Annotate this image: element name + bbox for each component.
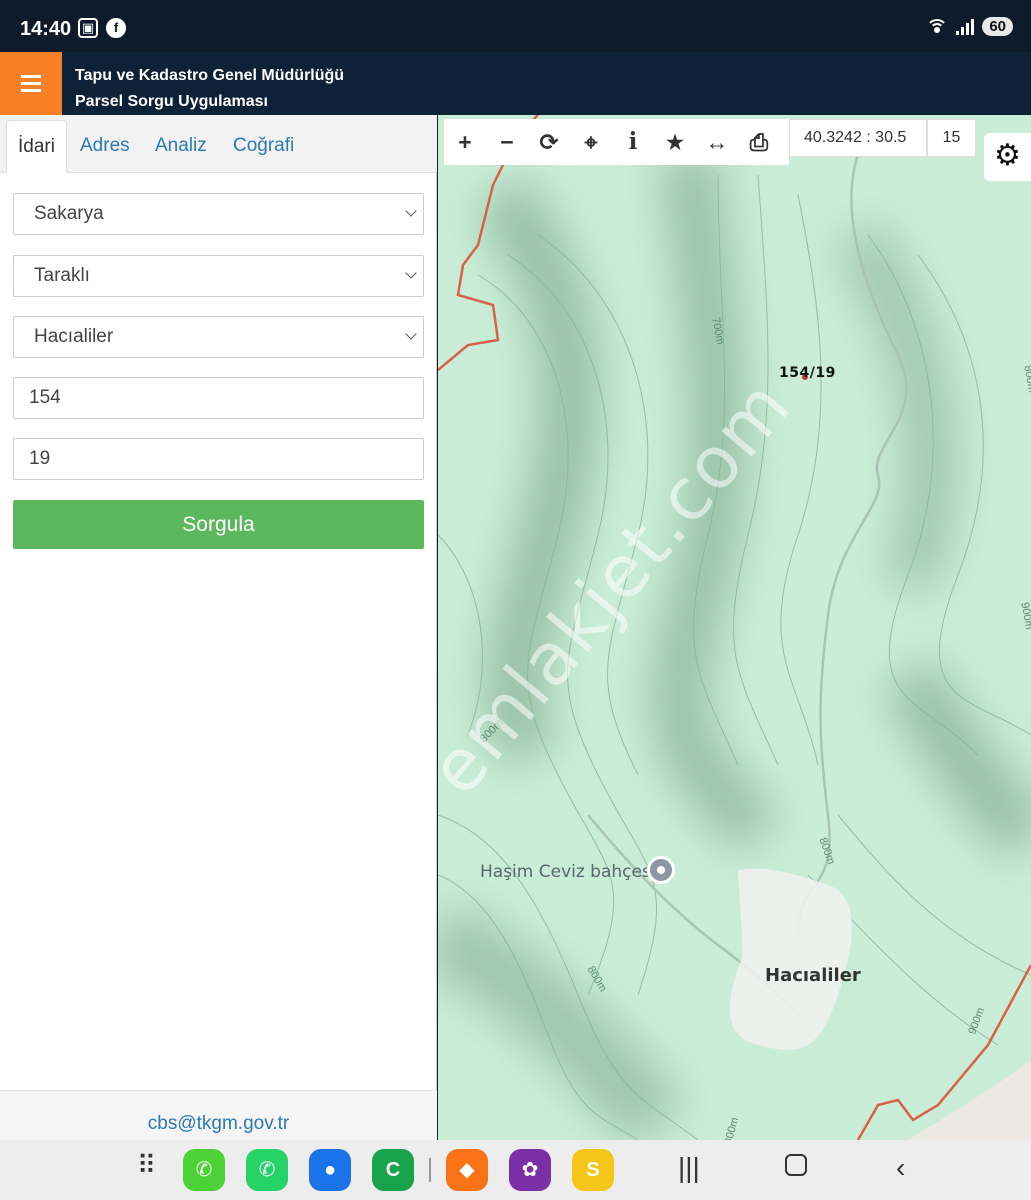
- wifi-icon: [926, 18, 949, 35]
- village-area: [729, 868, 852, 1050]
- phone-app-icon[interactable]: ✆: [183, 1149, 225, 1191]
- chevron-down-icon: [405, 328, 417, 340]
- footer: cbs@tkgm.gov.tr: [0, 1090, 437, 1140]
- chevron-down-icon: [405, 267, 417, 279]
- recent-apps-icon[interactable]: |||: [678, 1152, 700, 1184]
- locate-icon[interactable]: ⌖: [570, 119, 612, 165]
- location-pin-icon[interactable]: [647, 856, 675, 884]
- neighborhood-select[interactable]: Hacıaliler: [13, 316, 424, 358]
- screenshot-icon: ▣: [78, 18, 98, 38]
- coordinate-readout: 40.3242 : 30.5: [789, 119, 927, 157]
- gear-icon[interactable]: ⚙: [984, 133, 1031, 181]
- signal-icon: [956, 18, 975, 35]
- district-select[interactable]: Taraklı: [13, 255, 424, 297]
- dock-divider: [429, 1158, 431, 1182]
- tab-adres[interactable]: Adres: [69, 120, 141, 173]
- app-drawer-icon[interactable]: ⠿: [137, 1150, 156, 1181]
- print-icon[interactable]: ⎙: [738, 119, 780, 165]
- contact-email-link[interactable]: cbs@tkgm.gov.tr: [148, 1113, 289, 1134]
- neighborhood-value: Hacıaliler: [34, 326, 114, 347]
- app-header: Tapu ve Kadastro Genel Müdürlüğü Parsel …: [0, 52, 1031, 115]
- query-panel: İdari Adres Analiz Coğrafi Sakarya Tarak…: [0, 115, 437, 1140]
- back-icon[interactable]: ‹: [896, 1152, 905, 1184]
- facebook-icon: f: [106, 18, 126, 38]
- zoom-in-icon[interactable]: +: [444, 119, 486, 165]
- android-nav-bar: ⠿ ||| ‹ ✆ ✆ ● C ◆ ✿ S: [0, 1140, 1031, 1200]
- battery-indicator: 60: [982, 17, 1013, 36]
- orange-app-icon[interactable]: ◆: [446, 1149, 488, 1191]
- tab-analiz[interactable]: Analiz: [144, 120, 218, 173]
- messages-app-icon[interactable]: ●: [309, 1149, 351, 1191]
- whatsapp-app-icon[interactable]: ✆: [246, 1149, 288, 1191]
- parcel-label[interactable]: 154/19: [779, 365, 836, 381]
- district-value: Taraklı: [34, 265, 90, 286]
- star-icon[interactable]: ★: [654, 119, 696, 165]
- tab-idari[interactable]: İdari: [6, 120, 67, 173]
- tab-bar: İdari Adres Analiz Coğrafi: [0, 115, 437, 173]
- parcel-input[interactable]: 19: [13, 438, 424, 480]
- info-icon[interactable]: i: [612, 119, 654, 165]
- measure-icon[interactable]: ↔: [696, 119, 738, 165]
- home-icon[interactable]: [785, 1154, 807, 1176]
- map-toolbar: + − ⟳ ⌖ i ★ ↔ ⎙: [444, 119, 789, 165]
- clock: 14:40: [20, 18, 72, 40]
- block-value: 154: [29, 387, 61, 408]
- purple-app-icon[interactable]: ✿: [509, 1149, 551, 1191]
- block-input[interactable]: 154: [13, 377, 424, 419]
- app-title: Tapu ve Kadastro Genel Müdürlüğü Parsel …: [75, 63, 344, 115]
- province-select[interactable]: Sakarya: [13, 193, 424, 235]
- c-app-icon[interactable]: C: [372, 1149, 414, 1191]
- app-title-line2: Parsel Sorgu Uygulaması: [75, 93, 268, 110]
- map-view[interactable]: 700m 800m 800m 800m 800m 900m 900m 800m …: [438, 115, 1031, 1140]
- chevron-down-icon: [405, 205, 417, 217]
- province-value: Sakarya: [34, 203, 104, 224]
- query-button[interactable]: Sorgula: [13, 500, 424, 549]
- parcel-value: 19: [29, 448, 51, 469]
- poi-label[interactable]: Haşim Ceviz bahçesi: [480, 862, 656, 882]
- zoom-level: 15: [927, 119, 976, 157]
- status-bar: 14:40 ▣ f 60: [0, 0, 1031, 52]
- village-label: Hacıaliler: [765, 965, 861, 986]
- app-title-line1: Tapu ve Kadastro Genel Müdürlüğü: [75, 67, 345, 84]
- hamburger-menu-icon[interactable]: [0, 52, 62, 115]
- zoom-out-icon[interactable]: −: [486, 119, 528, 165]
- s-app-icon[interactable]: S: [572, 1149, 614, 1191]
- refresh-icon[interactable]: ⟳: [528, 119, 570, 165]
- outside-area: [908, 1060, 1031, 1140]
- tab-cografi[interactable]: Coğrafi: [222, 120, 305, 173]
